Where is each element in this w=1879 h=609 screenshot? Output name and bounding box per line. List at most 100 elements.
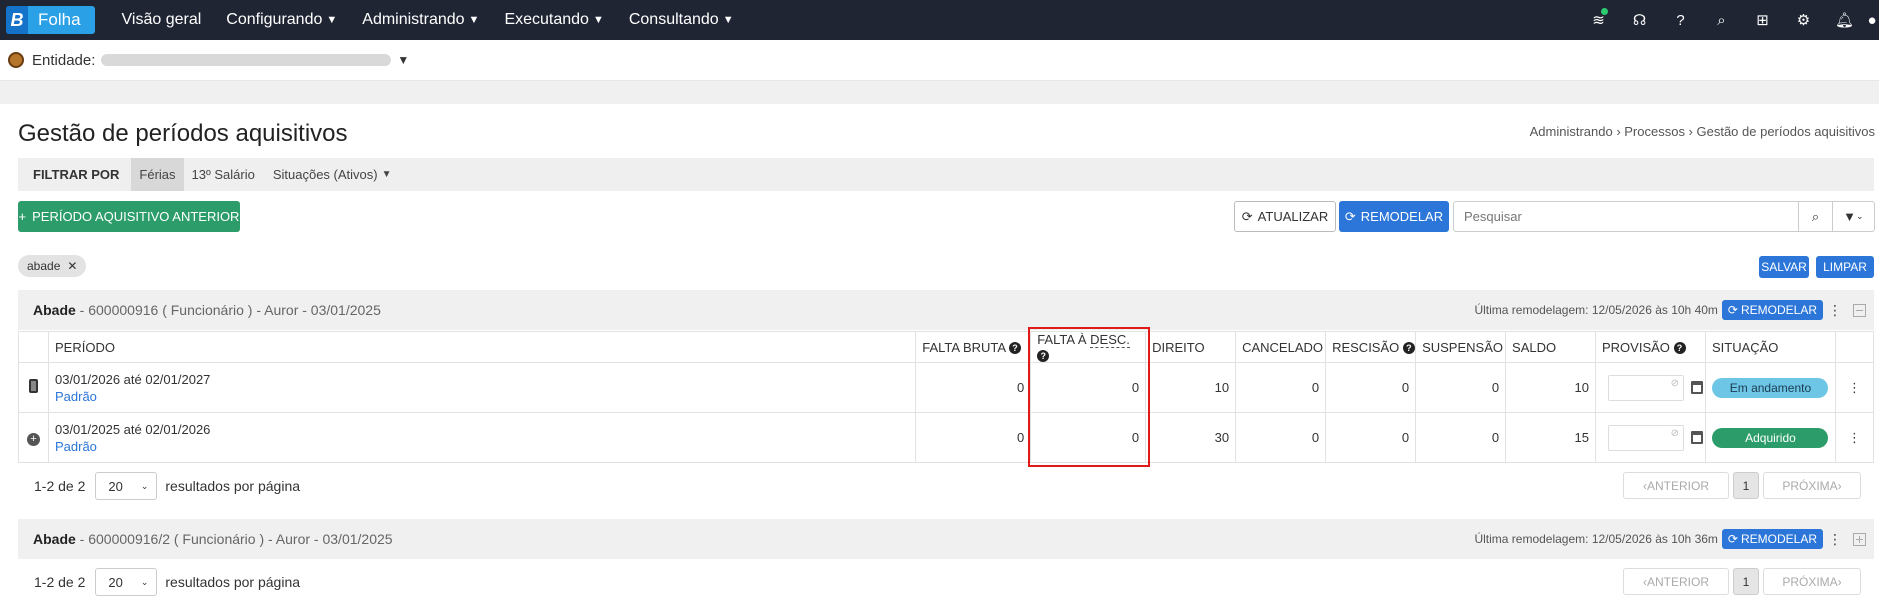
chevron-down-icon: ▼ [722,14,734,26]
logo-b-icon: B [6,6,28,34]
search-input[interactable] [1453,201,1800,232]
calendar-icon[interactable] [1691,381,1703,394]
apps-grid-icon[interactable]: ⊞ [1742,11,1783,29]
filter-tab-13-salario[interactable]: 13º Salário [184,158,263,191]
nav-administrando[interactable]: Administrando ▼ [362,11,479,29]
status-badge: Adquirido [1712,427,1829,448]
col-rescisao: RESCISÃO ? [1325,331,1417,363]
help-icon[interactable]: ? [1660,12,1701,29]
filter-situacoes-dropdown[interactable]: Situações (Ativos) ▼ [273,167,392,182]
advanced-filter-button[interactable]: ▼ ⌄ [1832,201,1875,232]
provisao-input[interactable]: ⊘ [1608,374,1684,401]
status-badge: Em andamento [1712,377,1829,398]
group-title: Abade - 600000916 ( Funcionário ) - Auro… [33,302,381,318]
plus-circle-icon[interactable]: + [26,432,40,446]
current-page[interactable]: 1 [1733,472,1759,499]
col-direito: DIREITO [1145,331,1237,363]
prev-page-button[interactable]: ‹ ANTERIOR [1623,472,1729,499]
search-icon[interactable]: ⌕ [1701,12,1742,29]
help-icon[interactable]: ? [1037,349,1050,362]
nav-consultando[interactable]: Consultando ▼ [629,11,734,29]
remodelar-group-button[interactable]: ⟳ REMODELAR [1721,300,1823,320]
search-icon: ⌕ [1811,208,1820,224]
tipo-link[interactable]: Padrão [55,389,915,404]
next-page-button[interactable]: PRÓXIMA › [1763,472,1861,499]
collapse-icon[interactable] [1853,303,1866,317]
close-icon[interactable]: ✕ [67,259,77,273]
per-page-select[interactable]: 20 ⌄ [95,472,158,500]
top-navbar: B Folha Visão geral Configurando ▼ Admini… [0,0,1879,40]
more-options-icon[interactable]: ⋮ [1834,362,1875,413]
calendar-icon[interactable] [1691,431,1703,444]
filter-tab-ferias[interactable]: Férias [131,158,184,191]
prev-page-button[interactable]: ‹ ANTERIOR [1623,568,1729,595]
more-options-icon[interactable]: ⋮ [1823,531,1847,548]
table-row[interactable]: 03/01/2026 até 02/01/2027 Padrão 0 0 10 0… [18,362,1875,413]
nav-configurando[interactable]: Configurando ▼ [226,11,337,29]
col-falta-bruta: FALTA BRUTA ? [915,331,1032,363]
bell-icon[interactable]: 🔔︎ [1824,11,1865,29]
col-saldo: SALDO [1505,331,1596,363]
chevron-down-icon: ⌄ [1855,211,1864,221]
remodelar-button[interactable]: ⟳ REMODELAR [1339,201,1449,232]
chevron-down-icon: ▼ [326,14,338,26]
plus-icon: + [18,209,27,224]
limpar-button[interactable]: LIMPAR [1816,256,1874,278]
chevron-down-icon: ▼ [381,169,392,180]
chevron-down-icon: ▼ [592,14,604,26]
pagination-controls: ‹ ANTERIOR 1 PRÓXIMA › [1623,472,1861,499]
entity-value-redacted[interactable] [101,54,392,66]
disabled-icon: ⊘ [1670,377,1679,389]
pagination-info: 1-2 de 2 20 ⌄ resultados por página [34,472,300,500]
col-periodo: PERÍODO [47,331,917,363]
filter-bar: FILTRAR POR Férias 13º Salário Situações… [18,158,1874,191]
refresh-icon: ⟳ [1727,303,1738,317]
chevron-down-icon[interactable]: ▼ [397,53,409,67]
search-button[interactable]: ⌕ [1799,201,1833,232]
nav-visao-geral[interactable]: Visão geral [122,11,202,29]
user-icon[interactable]: ● [1865,12,1879,29]
periods-table: PERÍODO FALTA BRUTA ? FALTA À DESC. ? DI… [18,331,1875,463]
atualizar-button[interactable]: ⟳ ATUALIZAR [1234,201,1336,232]
nav-executando[interactable]: Executando ▼ [504,11,603,29]
wifi-icon[interactable]: ≋ [1578,8,1619,29]
remodelar-group-button[interactable]: ⟳ REMODELAR [1721,529,1823,549]
headset-icon[interactable]: ☊ [1619,11,1660,29]
app-logo[interactable]: B Folha [6,6,95,34]
settings-icon[interactable]: ⚙ [1783,11,1824,29]
group-title: Abade - 600000916/2 ( Funcionário ) - Au… [33,531,393,547]
search-group: ⌕ ▼⌄ [1453,201,1875,232]
tipo-link[interactable]: Padrão [55,439,915,454]
current-page[interactable]: 1 [1733,568,1759,595]
pagination-controls: ‹ ANTERIOR 1 PRÓXIMA › [1623,568,1861,595]
next-page-button[interactable]: PRÓXIMA › [1763,568,1861,595]
salvar-button[interactable]: SALVAR [1759,256,1809,278]
group-header-2: Abade - 600000916/2 ( Funcionário ) - Au… [18,519,1874,559]
expand-icon[interactable] [1853,532,1866,546]
chevron-down-icon: ▼ [468,14,480,26]
col-situacao: SITUAÇÃO [1704,331,1836,363]
help-icon[interactable]: ? [1673,342,1686,355]
refresh-icon: ⟳ [1241,208,1253,224]
more-options-icon[interactable]: ⋮ [1834,412,1875,463]
page-title: Gestão de períodos aquisitivos [18,120,348,147]
filter-chip: abade ✕ [18,255,87,277]
table-row[interactable]: + 03/01/2025 até 02/01/2026 Padrão 0 0 30… [18,412,1875,463]
mobile-icon [28,379,38,393]
add-periodo-anterior-button[interactable]: + PERÍODO AQUISITIVO ANTERIOR [18,201,240,232]
entity-crest-icon [8,52,24,68]
provisao-input[interactable]: ⊘ [1608,424,1684,451]
breadcrumb[interactable]: Administrando › Processos › Gestão de pe… [1530,124,1875,139]
per-page-select[interactable]: 20 ⌄ [95,568,158,596]
col-suspensao: SUSPENSÃO [1415,331,1507,363]
help-icon[interactable]: ? [1008,342,1021,355]
entity-label: Entidade: [32,51,96,69]
filter-label: FILTRAR POR [33,167,120,182]
col-provisao: PROVISÃO ? [1595,331,1706,363]
help-icon[interactable]: ? [1402,342,1415,355]
chevron-down-icon: ⌄ [140,480,149,491]
col-cancelado: CANCELADO [1235,331,1327,363]
app-name: Folha [38,10,81,29]
more-options-icon[interactable]: ⋮ [1823,302,1847,319]
last-remodel-text: Última remodelagem: 12/05/2026 às 10h 36… [1474,532,1718,546]
